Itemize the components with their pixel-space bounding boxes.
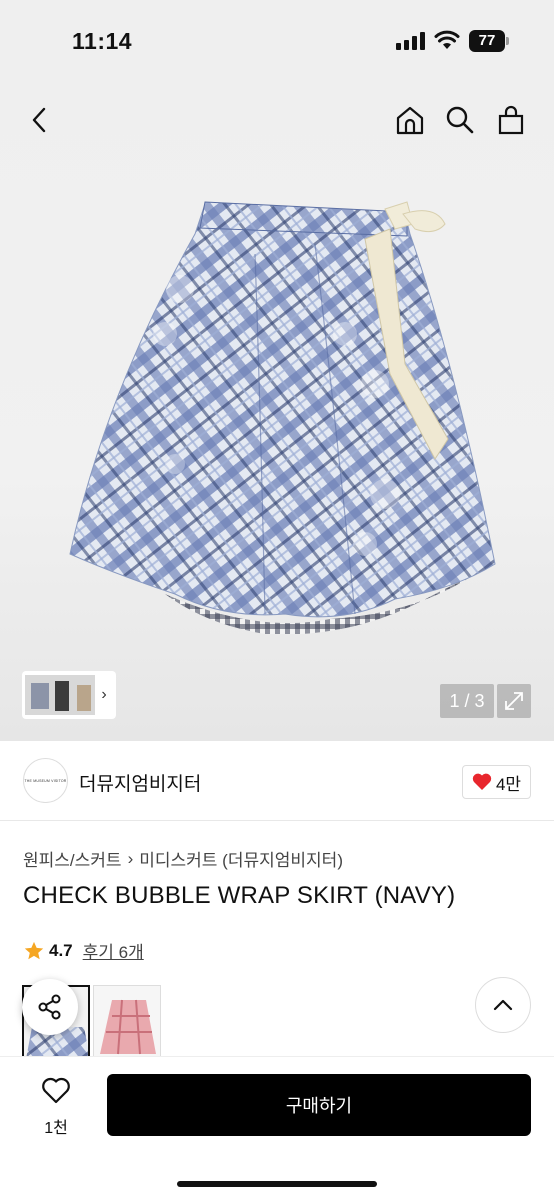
chevron-right-icon: › bbox=[127, 848, 134, 868]
product-image bbox=[69, 201, 496, 634]
share-icon bbox=[38, 994, 61, 1020]
product-rating: 4.7 후기 6개 bbox=[23, 938, 144, 963]
scroll-to-top-button[interactable] bbox=[475, 977, 531, 1033]
home-button[interactable] bbox=[390, 100, 430, 140]
star-icon bbox=[24, 941, 44, 959]
back-button[interactable] bbox=[20, 100, 60, 140]
search-button[interactable] bbox=[440, 100, 480, 140]
battery-icon: 77 bbox=[469, 30, 509, 52]
bottom-action-bar: 1천 구매하기 bbox=[0, 1056, 554, 1200]
gallery-thumbnails[interactable]: › bbox=[22, 671, 116, 719]
wifi-icon bbox=[434, 30, 460, 50]
expand-button[interactable] bbox=[497, 684, 531, 718]
rating-score: 4.7 bbox=[49, 940, 73, 960]
search-icon bbox=[446, 106, 474, 134]
breadcrumb-subcategory[interactable]: 미디스커트 (더뮤지엄비지터) bbox=[139, 846, 343, 871]
buy-button[interactable]: 구매하기 bbox=[107, 1074, 531, 1136]
brand-row[interactable]: THE MUSEUM VISITOR 더뮤지엄비지터 4만 bbox=[0, 741, 554, 821]
brand-logo[interactable]: THE MUSEUM VISITOR bbox=[23, 758, 68, 803]
product-gallery[interactable]: › 1 / 3 bbox=[0, 84, 554, 741]
home-icon bbox=[396, 106, 424, 135]
wishlist-button[interactable]: 1천 bbox=[26, 1077, 86, 1147]
brand-like-count: 4만 bbox=[495, 774, 522, 794]
status-bar: 11:14 77 bbox=[0, 0, 554, 84]
product-title: CHECK BUBBLE WRAP SKIRT (NAVY) bbox=[23, 882, 456, 909]
chevron-left-icon bbox=[32, 107, 46, 133]
brand-like-button[interactable]: 4만 bbox=[462, 765, 531, 799]
chevron-up-icon bbox=[493, 999, 513, 1011]
reviews-link[interactable]: 후기 6개 bbox=[83, 938, 144, 963]
home-indicator bbox=[177, 1181, 377, 1187]
shopping-bag-icon bbox=[498, 105, 524, 135]
brand-name[interactable]: 더뮤지엄비지터 bbox=[79, 769, 201, 796]
chevron-right-icon: › bbox=[101, 686, 107, 703]
heart-outline-icon bbox=[42, 1077, 70, 1104]
variant-pink[interactable] bbox=[93, 985, 161, 1065]
gallery-pager: 1 / 3 bbox=[440, 684, 494, 718]
cellular-signal-icon bbox=[396, 32, 426, 50]
thumbnail-image bbox=[25, 675, 95, 715]
variant-image bbox=[94, 986, 160, 1064]
heart-filled-icon bbox=[472, 773, 492, 790]
status-time: 11:14 bbox=[72, 28, 133, 54]
expand-icon bbox=[505, 692, 523, 710]
breadcrumb-category[interactable]: 원피스/스커트 bbox=[23, 846, 122, 871]
battery-level: 77 bbox=[469, 30, 505, 52]
cart-button[interactable] bbox=[491, 100, 531, 140]
wishlist-count: 1천 bbox=[44, 1120, 68, 1137]
share-button[interactable] bbox=[22, 979, 78, 1035]
breadcrumb: 원피스/스커트 › 미디스커트 (더뮤지엄비지터) bbox=[23, 846, 343, 871]
